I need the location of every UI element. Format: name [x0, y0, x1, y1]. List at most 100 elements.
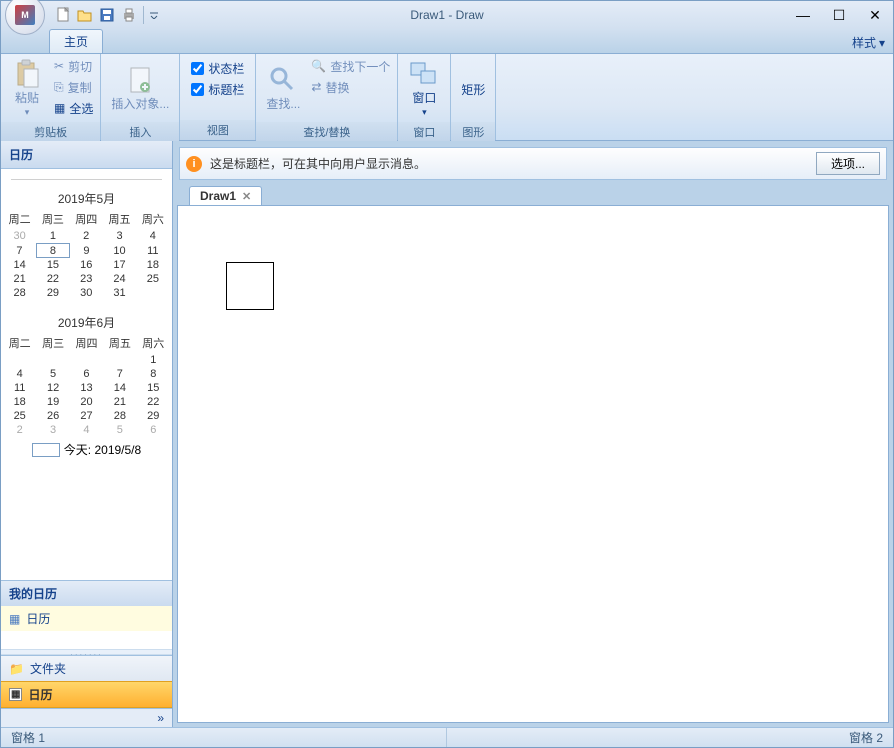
- ribbon: 粘贴▾ ✂ 剪切 ⎘ 复制 ▦ 全选 剪贴板: [1, 53, 893, 141]
- minimize-button[interactable]: —: [785, 3, 821, 27]
- qat-print-button[interactable]: [119, 5, 139, 25]
- calendar-day-cell[interactable]: 12: [36, 381, 69, 395]
- calendar-day-cell[interactable]: 13: [70, 381, 103, 395]
- calendar-day-cell[interactable]: 16: [70, 258, 103, 273]
- calendar-day-cell[interactable]: 29: [137, 409, 170, 423]
- window-button[interactable]: 窗口▾: [402, 56, 446, 120]
- calendar-day-cell[interactable]: 1: [36, 229, 69, 244]
- rectangle-shape[interactable]: [226, 262, 274, 310]
- calendar-day-cell[interactable]: 2: [70, 229, 103, 244]
- calendar-day-cell[interactable]: 30: [3, 229, 36, 244]
- calendar-day-cell[interactable]: 24: [103, 272, 136, 286]
- nav-expand-button[interactable]: »: [1, 708, 172, 727]
- calendar-month2[interactable]: 周二周三周四周五周六 14567811121314151819202122252…: [3, 333, 170, 437]
- calendar-day-cell[interactable]: 30: [70, 286, 103, 300]
- titlebar-checkbox[interactable]: 标题栏: [188, 79, 247, 99]
- nav-folder[interactable]: 📁 文件夹: [1, 656, 172, 681]
- calendar-day-cell[interactable]: 3: [36, 423, 69, 437]
- calendar-day-cell[interactable]: 4: [70, 423, 103, 437]
- calendar-day-cell[interactable]: 7: [3, 244, 36, 258]
- calendar-day-cell[interactable]: [103, 353, 136, 367]
- select-all-button[interactable]: ▦ 全选: [51, 98, 96, 118]
- calendar-day-cell[interactable]: 26: [36, 409, 69, 423]
- calendar-month2-title: 2019年6月: [3, 310, 170, 333]
- close-button[interactable]: ✕: [857, 3, 893, 27]
- calendar-day-cell[interactable]: 25: [136, 272, 169, 286]
- calendar-day-cell[interactable]: 29: [36, 286, 69, 300]
- calendar-day-cell[interactable]: 8: [36, 244, 69, 258]
- calendar-day-cell[interactable]: 25: [3, 409, 36, 423]
- qat-new-button[interactable]: [53, 5, 73, 25]
- copy-button[interactable]: ⎘ 复制: [51, 77, 96, 97]
- calendar-day-cell[interactable]: [36, 353, 69, 367]
- drawing-canvas[interactable]: [177, 205, 889, 723]
- tab-close-button[interactable]: ✕: [242, 190, 251, 203]
- calendar-day-cell[interactable]: [3, 353, 36, 367]
- calendar-day-cell[interactable]: 15: [137, 381, 170, 395]
- calendar-day-cell[interactable]: 6: [70, 367, 103, 381]
- window-controls: — ☐ ✕: [785, 3, 893, 27]
- calendar-day-cell[interactable]: 4: [3, 367, 36, 381]
- rectangle-button[interactable]: 矩形: [455, 56, 491, 120]
- find-button[interactable]: 查找...: [260, 56, 306, 120]
- calendar-day-cell[interactable]: 20: [70, 395, 103, 409]
- calendar-month1[interactable]: 周二周三周四周五周六 30123478910111415161718212223…: [3, 209, 170, 300]
- calendar-day-cell[interactable]: 8: [137, 367, 170, 381]
- calendar-day-cell[interactable]: 5: [36, 367, 69, 381]
- insert-object-button[interactable]: 插入对象...: [105, 56, 175, 120]
- titlebar-check-input[interactable]: [191, 83, 204, 96]
- calendar-day-cell[interactable]: 4: [136, 229, 169, 244]
- ribbon-group-clipboard: 粘贴▾ ✂ 剪切 ⎘ 复制 ▦ 全选 剪贴板: [1, 54, 101, 140]
- calendar-day-cell[interactable]: 19: [36, 395, 69, 409]
- calendar-day-cell[interactable]: 9: [70, 244, 103, 258]
- calendar-day-cell[interactable]: 10: [103, 244, 136, 258]
- info-options-button[interactable]: 选项...: [816, 152, 880, 175]
- calendar-day-cell[interactable]: 18: [3, 395, 36, 409]
- calendar-day-cell[interactable]: 31: [103, 286, 136, 300]
- paste-button[interactable]: 粘贴▾: [5, 56, 49, 120]
- find-next-button[interactable]: 🔍 查找下一个: [308, 56, 393, 76]
- replace-button[interactable]: ⇄ 替换: [308, 77, 393, 97]
- calendar-day-cell[interactable]: 6: [137, 423, 170, 437]
- qat-customize-button[interactable]: [148, 5, 160, 25]
- calendar-day-cell[interactable]: 28: [3, 286, 36, 300]
- calendar-day-cell[interactable]: 5: [103, 423, 136, 437]
- tab-home[interactable]: 主页: [49, 29, 103, 53]
- calendar-today-row[interactable]: 今天: 2019/5/8: [3, 437, 170, 460]
- calendar-day-cell[interactable]: 15: [36, 258, 69, 273]
- calendar-day-cell[interactable]: 23: [70, 272, 103, 286]
- qat-save-button[interactable]: [97, 5, 117, 25]
- status-pane-1: 窗格 1: [1, 728, 447, 747]
- find-next-icon: 🔍: [311, 59, 326, 73]
- calendar-day-cell[interactable]: 14: [3, 258, 36, 273]
- nav-calendar[interactable]: ▦ 日历: [1, 681, 172, 708]
- calendar-day-cell[interactable]: 3: [103, 229, 136, 244]
- calendar-day-cell[interactable]: 27: [70, 409, 103, 423]
- style-menu-button[interactable]: 样式 ▾: [844, 32, 893, 53]
- my-calendar-item[interactable]: ▦ 日历: [1, 606, 172, 631]
- calendar-day-cell[interactable]: 18: [136, 258, 169, 273]
- calendar-day-cell[interactable]: 7: [103, 367, 136, 381]
- calendar-day-cell[interactable]: 1: [137, 353, 170, 367]
- calendar-day-cell[interactable]: 28: [103, 409, 136, 423]
- calendar-day-cell[interactable]: 11: [3, 381, 36, 395]
- ribbon-group-view: 状态栏 标题栏 视图: [180, 54, 256, 140]
- calendar-day-cell[interactable]: [136, 286, 169, 300]
- titlebar-check-label: 标题栏: [208, 81, 244, 98]
- statusbar-checkbox[interactable]: 状态栏: [188, 58, 247, 78]
- calendar-day-cell[interactable]: 2: [3, 423, 36, 437]
- calendar-day-cell[interactable]: 22: [137, 395, 170, 409]
- calendar-day-cell[interactable]: [70, 353, 103, 367]
- calendar-day-cell[interactable]: 11: [136, 244, 169, 258]
- calendar-day-cell[interactable]: 21: [103, 395, 136, 409]
- calendar-day-cell[interactable]: 17: [103, 258, 136, 273]
- calendar-day-cell[interactable]: 21: [3, 272, 36, 286]
- maximize-button[interactable]: ☐: [821, 3, 857, 27]
- qat-open-button[interactable]: [75, 5, 95, 25]
- calendar-dow-header: 周四: [70, 209, 103, 229]
- cut-button[interactable]: ✂ 剪切: [51, 56, 96, 76]
- calendar-day-cell[interactable]: 22: [36, 272, 69, 286]
- statusbar-check-input[interactable]: [191, 62, 204, 75]
- document-tab-draw1[interactable]: Draw1 ✕: [189, 186, 262, 205]
- calendar-day-cell[interactable]: 14: [103, 381, 136, 395]
